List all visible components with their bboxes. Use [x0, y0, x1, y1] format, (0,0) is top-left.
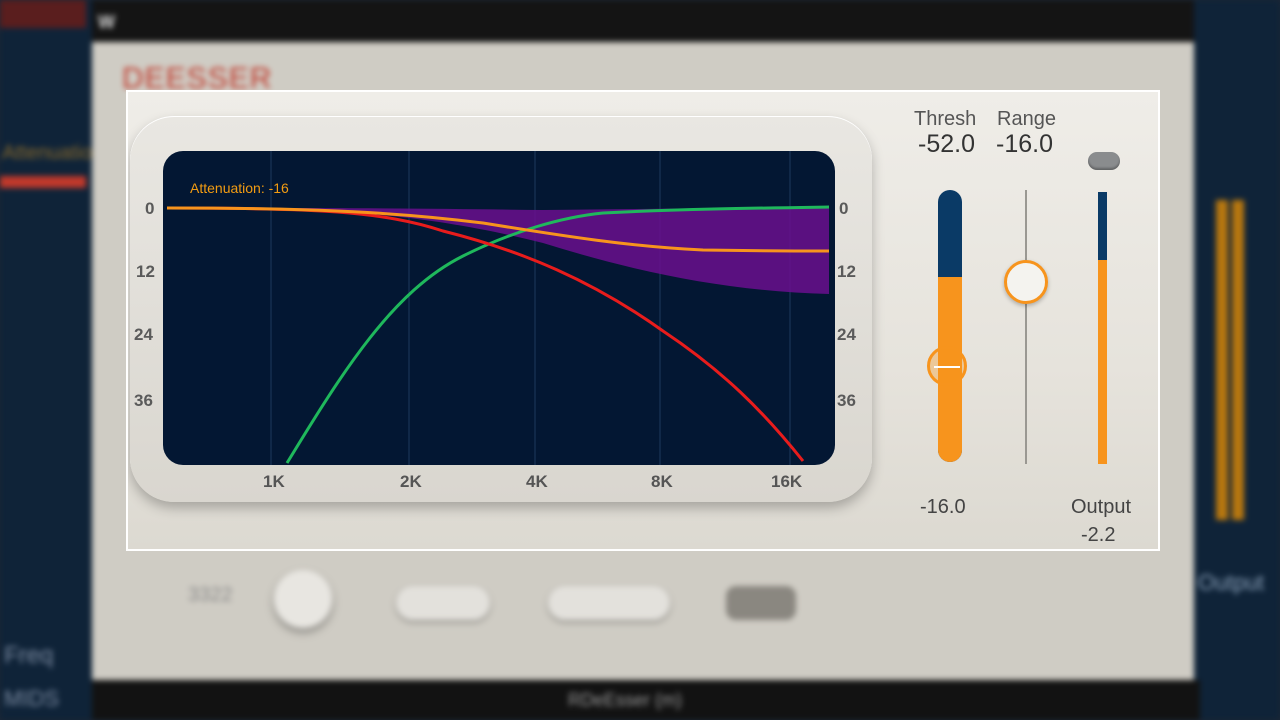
- thresh-label: Thresh: [914, 108, 977, 130]
- range-fader-handle[interactable]: [1004, 260, 1048, 304]
- x-tick-16k: 16K: [771, 472, 803, 491]
- thresh-value: -52.0: [918, 130, 975, 158]
- x-tick-1k: 1K: [263, 472, 285, 491]
- thresh-readout: -16.0: [920, 496, 966, 518]
- output-label: Output: [1071, 496, 1132, 518]
- y-tick-left-36: 36: [134, 391, 153, 410]
- y-tick-right-24: 24: [837, 325, 856, 344]
- bg-bottom-title: RDeEsser (m): [568, 690, 683, 710]
- output-value: -2.2: [1081, 524, 1116, 546]
- x-tick-8k: 8K: [651, 472, 673, 491]
- y-tick-left-12: 12: [136, 262, 155, 281]
- x-tick-2k: 2K: [400, 472, 422, 491]
- bg-meter-left: [1216, 200, 1228, 520]
- left-header: [0, 0, 86, 28]
- y-tick-right-12: 12: [837, 262, 856, 281]
- y-tick-left-0: 0: [145, 199, 155, 218]
- attenuation-label: Attenuation: -16: [190, 180, 289, 196]
- y-tick-right-0: 0: [839, 199, 849, 218]
- bg-red-bar: [0, 176, 86, 188]
- y-tick-left-24: 24: [134, 325, 153, 344]
- thresh-handle-line: [934, 366, 960, 368]
- bg-output-label: Output: [1198, 570, 1265, 595]
- monitor-button[interactable]: [726, 586, 796, 620]
- graph-svg: [166, 151, 830, 465]
- y-tick-right-36: 36: [837, 391, 856, 410]
- bg-freq-label: Freq: [4, 642, 54, 669]
- mode-button[interactable]: [548, 586, 670, 620]
- x-tick-4k: 4K: [526, 472, 548, 491]
- thresh-fader-track[interactable]: [938, 190, 962, 462]
- bg-meter-right: [1232, 200, 1244, 520]
- range-label: Range: [997, 108, 1056, 130]
- output-meter: [1098, 192, 1107, 464]
- deesser-panel: Attenuation: -16 0 12 24 36 0 12 24 36 1…: [126, 90, 1160, 551]
- range-fader-track[interactable]: [1025, 190, 1027, 464]
- thresh-fader-handle[interactable]: [927, 346, 967, 386]
- host-logo: W: [98, 12, 115, 32]
- range-value: -16.0: [996, 130, 1053, 158]
- right-sidebar: Output: [1194, 0, 1280, 720]
- eq-graph[interactable]: [163, 151, 835, 465]
- output-led-button[interactable]: [1088, 152, 1120, 170]
- shape-button[interactable]: [396, 586, 490, 620]
- freq-knob[interactable]: [274, 570, 332, 628]
- bg-mids-label: MIDS: [4, 686, 59, 711]
- host-toolbar: W: [92, 0, 1200, 42]
- host-bottom-bar: RDeEsser (m): [92, 680, 1200, 720]
- output-meter-fill: [1098, 260, 1107, 464]
- bg-attenuation-label: Attenuation: [2, 142, 104, 164]
- bg-knob-value: 3322: [188, 584, 233, 606]
- left-sidebar: Attenuation Freq MIDS: [0, 0, 103, 720]
